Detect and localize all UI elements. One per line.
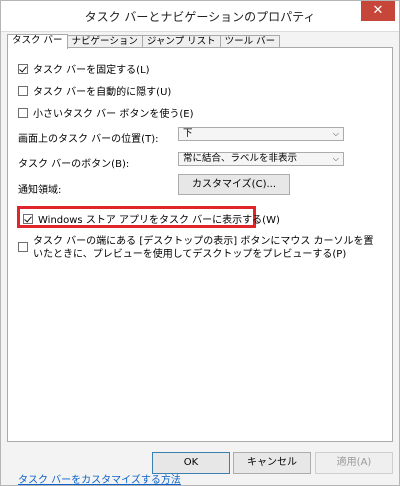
location-row: 画面上のタスク バーの位置(T): — [18, 130, 158, 145]
properties-dialog: タスク バーとナビゲーションのプロパティ ✕ タスク バー ナビゲーション ジャ… — [0, 0, 400, 486]
peek-label: タスク バーの端にある [デスクトップの表示] ボタンにマウス カーソルを置いた… — [33, 236, 374, 260]
auto-hide-checkbox[interactable] — [18, 85, 28, 96]
small-buttons-option[interactable]: 小さいタスク バー ボタンを使う(E) — [18, 105, 193, 120]
cancel-button[interactable]: キャンセル — [233, 452, 311, 474]
store-apps-label: Windows ストア アプリをタスク バーに表示する(W) — [38, 215, 280, 226]
peek-checkbox[interactable] — [18, 242, 28, 252]
chevron-down-icon: ⌵ — [332, 154, 339, 163]
store-apps-option[interactable]: Windows ストア アプリをタスク バーに表示する(W) — [23, 211, 280, 226]
apply-button[interactable]: 適用(A) — [315, 452, 393, 474]
auto-hide-option[interactable]: タスク バーを自動的に隠す(U) — [18, 83, 171, 98]
ok-button[interactable]: OK — [152, 452, 230, 474]
small-buttons-label: 小さいタスク バー ボタンを使う(E) — [33, 109, 194, 120]
buttons-row: タスク バーのボタン(B): — [18, 155, 129, 170]
small-buttons-checkbox[interactable] — [18, 107, 28, 118]
chevron-down-icon: ⌵ — [332, 129, 339, 138]
location-value: 下 — [183, 128, 193, 139]
buttons-select[interactable]: 常に結合、ラベルを非表示 ⌵ — [178, 152, 344, 166]
window-title: タスク バーとナビゲーションのプロパティ — [84, 10, 316, 24]
auto-hide-label: タスク バーを自動的に隠す(U) — [33, 87, 172, 98]
close-button[interactable]: ✕ — [361, 1, 395, 21]
location-label: 画面上のタスク バーの位置(T): — [18, 134, 159, 145]
taskbar-tab-panel: タスク バーを固定する(L) タスク バーを自動的に隠す(U) 小さいタスク バ… — [7, 47, 393, 486]
notification-row: 通知領域: — [18, 181, 61, 196]
title-bar: タスク バーとナビゲーションのプロパティ ✕ — [1, 1, 399, 32]
tab-strip: タスク バー ナビゲーション ジャンプ リスト ツール バー — [7, 34, 281, 49]
lock-taskbar-checkbox[interactable] — [18, 63, 28, 74]
peek-option[interactable]: タスク バーの端にある [デスクトップの表示] ボタンにマウス カーソルを置いた… — [18, 235, 378, 261]
buttons-value: 常に結合、ラベルを非表示 — [183, 153, 298, 164]
buttons-label: タスク バーのボタン(B): — [18, 159, 130, 170]
notification-label: 通知領域: — [18, 185, 62, 196]
tab-taskbar[interactable]: タスク バー — [7, 34, 68, 49]
lock-taskbar-option[interactable]: タスク バーを固定する(L) — [18, 61, 150, 76]
store-apps-checkbox[interactable] — [23, 213, 33, 224]
lock-taskbar-label: タスク バーを固定する(L) — [33, 65, 150, 76]
location-select[interactable]: 下 ⌵ — [178, 127, 344, 141]
customize-button[interactable]: カスタマイズ(C)... — [178, 174, 290, 195]
